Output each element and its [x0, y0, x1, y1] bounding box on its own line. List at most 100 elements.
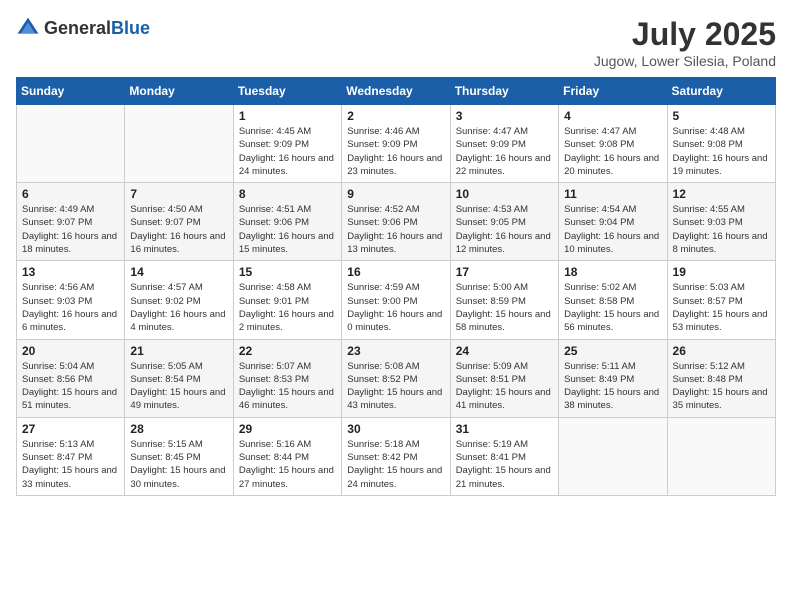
week-row-3: 13Sunrise: 4:56 AM Sunset: 9:03 PM Dayli…	[17, 261, 776, 339]
day-info: Sunrise: 5:13 AM Sunset: 8:47 PM Dayligh…	[22, 438, 119, 491]
day-info: Sunrise: 5:04 AM Sunset: 8:56 PM Dayligh…	[22, 360, 119, 413]
weekday-header-friday: Friday	[559, 78, 667, 105]
calendar-cell	[125, 105, 233, 183]
day-number: 12	[673, 187, 770, 201]
day-number: 10	[456, 187, 553, 201]
logo: GeneralBlue	[16, 16, 150, 40]
logo-general: General	[44, 18, 111, 38]
day-info: Sunrise: 5:08 AM Sunset: 8:52 PM Dayligh…	[347, 360, 444, 413]
weekday-header-thursday: Thursday	[450, 78, 558, 105]
calendar-cell: 27 Sunrise: 5:13 AM Sunset: 8:47 PM Dayli…	[17, 417, 125, 495]
day-number: 13	[22, 265, 119, 279]
day-info: Sunrise: 5:07 AM Sunset: 8:53 PM Dayligh…	[239, 360, 336, 413]
day-number: 5	[673, 109, 770, 123]
logo-blue: Blue	[111, 18, 150, 38]
day-info: Sunrise: 5:16 AM Sunset: 8:44 PM Dayligh…	[239, 438, 336, 491]
day-number: 26	[673, 344, 770, 358]
calendar-cell: 4 Sunrise: 4:47 AM Sunset: 9:08 PM Daylig…	[559, 105, 667, 183]
day-number: 30	[347, 422, 444, 436]
calendar-cell: 12 Sunrise: 4:55 AM Sunset: 9:03 PM Dayli…	[667, 183, 775, 261]
calendar-cell: 26 Sunrise: 5:12 AM Sunset: 8:48 PM Dayli…	[667, 339, 775, 417]
week-row-2: 6 Sunrise: 4:49 AM Sunset: 9:07 PM Daylig…	[17, 183, 776, 261]
day-info: Sunrise: 5:12 AM Sunset: 8:48 PM Dayligh…	[673, 360, 770, 413]
calendar-cell: 18 Sunrise: 5:02 AM Sunset: 8:58 PM Dayli…	[559, 261, 667, 339]
day-number: 25	[564, 344, 661, 358]
day-number: 31	[456, 422, 553, 436]
weekday-header-saturday: Saturday	[667, 78, 775, 105]
calendar-cell: 6 Sunrise: 4:49 AM Sunset: 9:07 PM Daylig…	[17, 183, 125, 261]
calendar-cell: 9Sunrise: 4:52 AM Sunset: 9:06 PM Daylig…	[342, 183, 450, 261]
title-section: July 2025 Jugow, Lower Silesia, Poland	[594, 16, 776, 69]
day-info: Sunrise: 5:09 AM Sunset: 8:51 PM Dayligh…	[456, 360, 553, 413]
day-info: Sunrise: 5:00 AM Sunset: 8:59 PM Dayligh…	[456, 281, 553, 334]
day-info: Sunrise: 5:18 AM Sunset: 8:42 PM Dayligh…	[347, 438, 444, 491]
day-number: 7	[130, 187, 227, 201]
day-number: 6	[22, 187, 119, 201]
day-info: Sunrise: 4:50 AM Sunset: 9:07 PM Dayligh…	[130, 203, 227, 256]
day-info: Sunrise: 4:47 AM Sunset: 9:08 PM Dayligh…	[564, 125, 661, 178]
day-number: 11	[564, 187, 661, 201]
day-info: Sunrise: 4:51 AM Sunset: 9:06 PM Dayligh…	[239, 203, 336, 256]
day-number: 29	[239, 422, 336, 436]
calendar-cell: 23Sunrise: 5:08 AM Sunset: 8:52 PM Dayli…	[342, 339, 450, 417]
day-number: 22	[239, 344, 336, 358]
week-row-1: 1 Sunrise: 4:45 AM Sunset: 9:09 PM Daylig…	[17, 105, 776, 183]
calendar-cell: 19 Sunrise: 5:03 AM Sunset: 8:57 PM Dayli…	[667, 261, 775, 339]
calendar-cell: 25 Sunrise: 5:11 AM Sunset: 8:49 PM Dayli…	[559, 339, 667, 417]
day-number: 19	[673, 265, 770, 279]
day-info: Sunrise: 4:58 AM Sunset: 9:01 PM Dayligh…	[239, 281, 336, 334]
calendar-cell: 3Sunrise: 4:47 AM Sunset: 9:09 PM Daylig…	[450, 105, 558, 183]
week-row-5: 27 Sunrise: 5:13 AM Sunset: 8:47 PM Dayli…	[17, 417, 776, 495]
weekday-header-row: SundayMondayTuesdayWednesdayThursdayFrid…	[17, 78, 776, 105]
day-number: 21	[130, 344, 227, 358]
day-info: Sunrise: 5:05 AM Sunset: 8:54 PM Dayligh…	[130, 360, 227, 413]
month-title: July 2025	[594, 16, 776, 53]
day-number: 18	[564, 265, 661, 279]
day-info: Sunrise: 4:47 AM Sunset: 9:09 PM Dayligh…	[456, 125, 553, 178]
day-info: Sunrise: 5:19 AM Sunset: 8:41 PM Dayligh…	[456, 438, 553, 491]
day-info: Sunrise: 5:15 AM Sunset: 8:45 PM Dayligh…	[130, 438, 227, 491]
day-info: Sunrise: 4:59 AM Sunset: 9:00 PM Dayligh…	[347, 281, 444, 334]
calendar-cell: 8 Sunrise: 4:51 AM Sunset: 9:06 PM Daylig…	[233, 183, 341, 261]
calendar-cell: 2Sunrise: 4:46 AM Sunset: 9:09 PM Daylig…	[342, 105, 450, 183]
day-info: Sunrise: 4:46 AM Sunset: 9:09 PM Dayligh…	[347, 125, 444, 178]
day-info: Sunrise: 4:49 AM Sunset: 9:07 PM Dayligh…	[22, 203, 119, 256]
calendar-cell: 5Sunrise: 4:48 AM Sunset: 9:08 PM Daylig…	[667, 105, 775, 183]
calendar-cell	[559, 417, 667, 495]
day-info: Sunrise: 4:53 AM Sunset: 9:05 PM Dayligh…	[456, 203, 553, 256]
weekday-header-sunday: Sunday	[17, 78, 125, 105]
calendar-cell: 30 Sunrise: 5:18 AM Sunset: 8:42 PM Dayli…	[342, 417, 450, 495]
calendar-cell	[667, 417, 775, 495]
calendar-cell: 17 Sunrise: 5:00 AM Sunset: 8:59 PM Dayli…	[450, 261, 558, 339]
day-info: Sunrise: 4:52 AM Sunset: 9:06 PM Dayligh…	[347, 203, 444, 256]
logo-text: GeneralBlue	[44, 18, 150, 39]
day-info: Sunrise: 5:11 AM Sunset: 8:49 PM Dayligh…	[564, 360, 661, 413]
day-number: 17	[456, 265, 553, 279]
day-number: 16	[347, 265, 444, 279]
location-title: Jugow, Lower Silesia, Poland	[594, 53, 776, 69]
day-number: 27	[22, 422, 119, 436]
day-info: Sunrise: 4:55 AM Sunset: 9:03 PM Dayligh…	[673, 203, 770, 256]
day-info: Sunrise: 4:45 AM Sunset: 9:09 PM Dayligh…	[239, 125, 336, 178]
weekday-header-monday: Monday	[125, 78, 233, 105]
week-row-4: 20Sunrise: 5:04 AM Sunset: 8:56 PM Dayli…	[17, 339, 776, 417]
calendar-cell: 29 Sunrise: 5:16 AM Sunset: 8:44 PM Dayli…	[233, 417, 341, 495]
day-info: Sunrise: 4:57 AM Sunset: 9:02 PM Dayligh…	[130, 281, 227, 334]
calendar-cell: 1 Sunrise: 4:45 AM Sunset: 9:09 PM Daylig…	[233, 105, 341, 183]
calendar-cell: 16 Sunrise: 4:59 AM Sunset: 9:00 PM Dayli…	[342, 261, 450, 339]
day-info: Sunrise: 5:02 AM Sunset: 8:58 PM Dayligh…	[564, 281, 661, 334]
calendar-cell: 10 Sunrise: 4:53 AM Sunset: 9:05 PM Dayli…	[450, 183, 558, 261]
day-info: Sunrise: 5:03 AM Sunset: 8:57 PM Dayligh…	[673, 281, 770, 334]
calendar-cell: 15Sunrise: 4:58 AM Sunset: 9:01 PM Dayli…	[233, 261, 341, 339]
calendar-cell: 13Sunrise: 4:56 AM Sunset: 9:03 PM Dayli…	[17, 261, 125, 339]
calendar-cell: 22 Sunrise: 5:07 AM Sunset: 8:53 PM Dayli…	[233, 339, 341, 417]
day-number: 14	[130, 265, 227, 279]
calendar-cell: 28Sunrise: 5:15 AM Sunset: 8:45 PM Dayli…	[125, 417, 233, 495]
day-number: 8	[239, 187, 336, 201]
day-number: 4	[564, 109, 661, 123]
calendar-cell: 7 Sunrise: 4:50 AM Sunset: 9:07 PM Daylig…	[125, 183, 233, 261]
day-number: 1	[239, 109, 336, 123]
calendar-cell: 21 Sunrise: 5:05 AM Sunset: 8:54 PM Dayli…	[125, 339, 233, 417]
calendar-table: SundayMondayTuesdayWednesdayThursdayFrid…	[16, 77, 776, 496]
weekday-header-wednesday: Wednesday	[342, 78, 450, 105]
